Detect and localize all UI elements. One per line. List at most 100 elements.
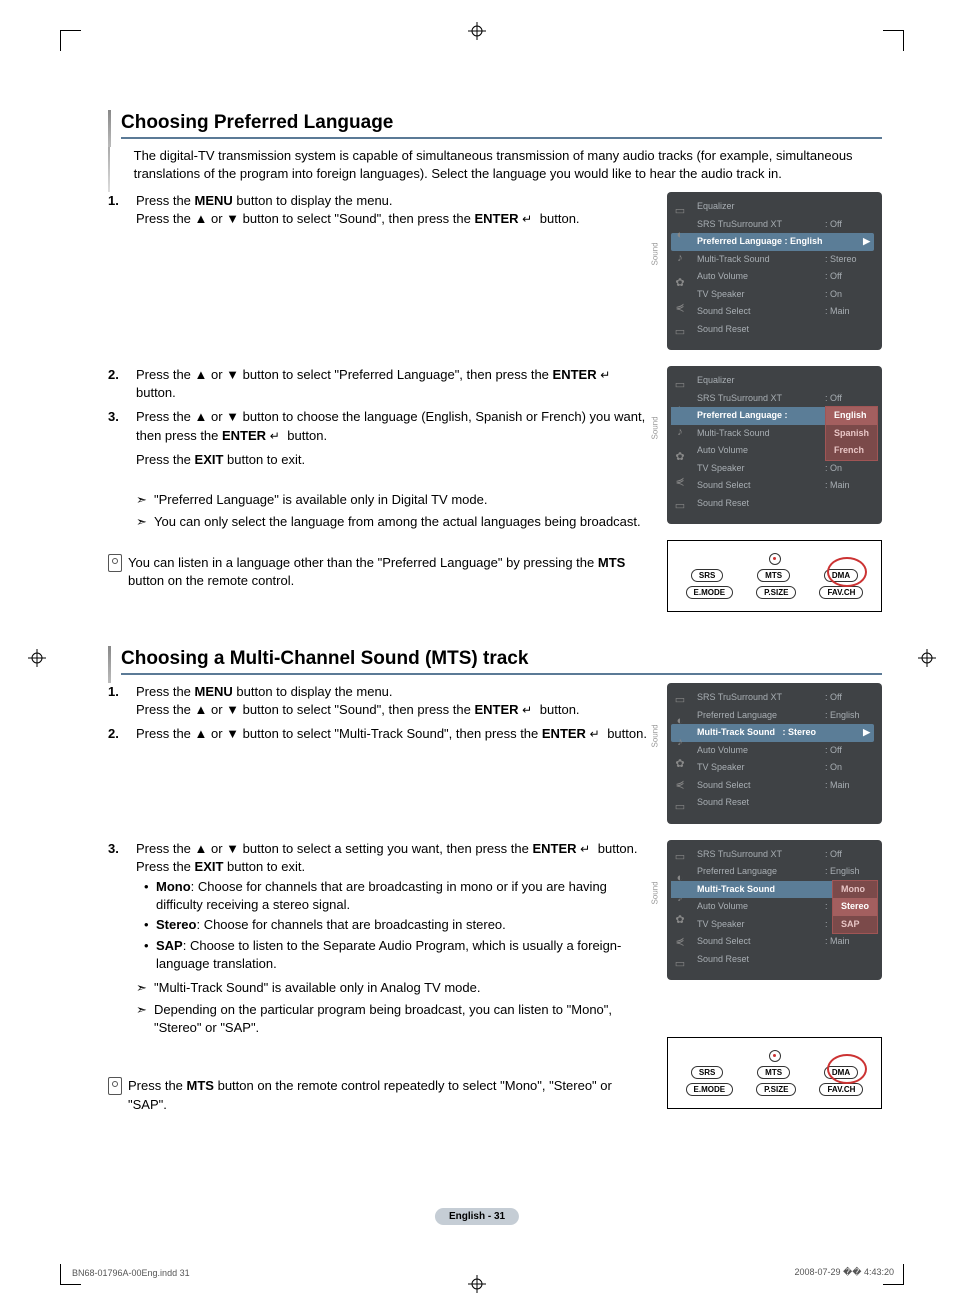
enter-icon xyxy=(270,427,284,437)
tv-row-label: SRS TruSurround XT xyxy=(697,848,782,862)
bullet-label: SAP xyxy=(156,938,183,953)
step-text: Press the ▲ or ▼ button to select "Prefe… xyxy=(136,367,553,382)
step-text: Press the ▲ or ▼ button to select "Sound… xyxy=(136,211,474,226)
section-title-mts: Choosing a Multi-Channel Sound (MTS) tra… xyxy=(121,646,882,675)
remote-icon xyxy=(108,1077,122,1095)
tv-side-label: Sound xyxy=(651,242,660,265)
step-text: button to display the menu. xyxy=(233,193,393,208)
crop-mark xyxy=(883,30,904,51)
dropdown-option: English xyxy=(826,407,877,425)
page: Choosing Preferred Language The digital-… xyxy=(0,0,954,1315)
step-1: 1. Press the MENU button to display the … xyxy=(108,192,652,228)
tv-row-label: Auto Volume xyxy=(697,270,748,284)
remote-button-mts: MTS xyxy=(757,569,790,582)
tv-row-label: Sound Select xyxy=(697,479,751,493)
registration-mark-icon xyxy=(468,1275,486,1293)
note: ➣You can only select the language from a… xyxy=(136,513,652,531)
arrow-right-icon: ▶ xyxy=(863,726,870,740)
remote-button-mts: MTS xyxy=(757,1066,790,1079)
tv-row-label: Auto Volume xyxy=(697,444,748,458)
step-text: button to exit. xyxy=(223,859,305,874)
tv-row-label: Sound Reset xyxy=(697,796,749,810)
step-text: Press the ▲ or ▼ button to choose the la… xyxy=(136,409,645,442)
step-text: button to display the menu. xyxy=(233,684,393,699)
note: ➣"Preferred Language" is available only … xyxy=(136,491,652,509)
step-text: button. xyxy=(604,726,647,741)
step-text: Press the ▲ or ▼ button to select "Multi… xyxy=(136,726,542,741)
remote-button-srs: SRS xyxy=(691,569,723,582)
bullet-label: Mono xyxy=(156,879,191,894)
note: ➣Depending on the particular program bei… xyxy=(136,1001,652,1037)
remote-button-favch: FAV.CH xyxy=(819,586,863,599)
tv-row-label: Auto Volume xyxy=(697,744,748,758)
dropdown-option: Mono xyxy=(833,881,877,899)
bullet-text: : Choose for channels that are broadcast… xyxy=(196,917,505,932)
tv-row-label: SRS TruSurround XT xyxy=(697,218,782,232)
tv-row-label: Preferred Language : English xyxy=(697,235,823,249)
arrow-right-icon: ▶ xyxy=(863,235,870,249)
tv-row-label: Sound Reset xyxy=(697,953,749,967)
step-text: button. xyxy=(136,385,176,400)
remote-buttons-diagram: SRS MTS DMA E.MODE P.SIZE FAV.CH xyxy=(667,540,882,612)
registration-mark-icon xyxy=(468,22,486,40)
footer-file: BN68-01796A-00Eng.indd 31 xyxy=(72,1268,190,1278)
menu-label: MENU xyxy=(195,193,233,208)
bullet-text: : Choose for channels that are broadcast… xyxy=(156,879,607,912)
tv-row-label: TV Speaker xyxy=(697,462,745,476)
tv-row-label: Multi-Track Sound xyxy=(697,883,775,897)
page-number: English - 31 xyxy=(435,1208,519,1225)
mts-label: MTS xyxy=(187,1078,214,1093)
remote-icon xyxy=(108,554,122,572)
enter-label: ENTER xyxy=(553,367,597,382)
tv-row-label: Sound Select xyxy=(697,935,751,949)
enter-label: ENTER xyxy=(532,841,576,856)
note-text: "Preferred Language" is available only i… xyxy=(154,491,487,509)
step-text: Press the ▲ or ▼ button to select a sett… xyxy=(136,841,532,856)
dropdown-option: Spanish xyxy=(826,425,877,443)
tv-side-label: Sound xyxy=(651,881,660,904)
enter-label: ENTER xyxy=(542,726,586,741)
section-title-preferred-language: Choosing Preferred Language xyxy=(121,110,882,139)
step-2: 2. Press the ▲ or ▼ button to select "Mu… xyxy=(108,725,652,743)
tv-icon-column: ▭◐♪✿⋞▭ xyxy=(671,689,689,818)
remote-note: Press the MTS button on the remote contr… xyxy=(108,1077,652,1113)
tv-row-label: Multi-Track Sound xyxy=(697,427,770,441)
tv-icon-column: ▭◐♪✿⋞▭ xyxy=(671,846,689,975)
tv-row-label: Preferred Language : xyxy=(697,409,788,423)
mts-dropdown: Mono Stereo SAP xyxy=(832,880,878,935)
remote-button-favch: FAV.CH xyxy=(819,1083,863,1096)
step-text: Press the xyxy=(136,193,195,208)
note-text: Depending on the particular program bein… xyxy=(154,1001,652,1037)
tv-row-label: TV Speaker xyxy=(697,288,745,302)
remote-button-srs: SRS xyxy=(691,1066,723,1079)
remote-note: You can listen in a language other than … xyxy=(108,554,652,590)
tv-row-label: Multi-Track Sound xyxy=(697,253,770,267)
tv-row-label: Sound Select xyxy=(697,779,751,793)
step-text: Press the xyxy=(136,684,195,699)
enter-icon xyxy=(580,840,594,850)
enter-label: ENTER xyxy=(474,702,518,717)
step-text: Press the xyxy=(136,452,195,467)
bullet-label: Stereo xyxy=(156,917,196,932)
tv-icon-column: ▭◐♪✿⋞▭ xyxy=(671,372,689,518)
tv-row-label: Sound Reset xyxy=(697,323,749,337)
tv-row-label: Preferred Language xyxy=(697,865,777,879)
bullet-text: : Choose to listen to the Separate Audio… xyxy=(156,938,621,971)
remote-buttons-diagram: SRS MTS DMA E.MODE P.SIZE FAV.CH xyxy=(667,1037,882,1109)
tv-row-label: TV Speaker xyxy=(697,761,745,775)
step-text: button to exit. xyxy=(223,452,305,467)
step-text: button. xyxy=(536,702,579,717)
exit-label: EXIT xyxy=(195,859,224,874)
enter-icon xyxy=(600,366,614,376)
note-text: You can listen in a language other than … xyxy=(128,555,598,570)
tv-row-label: TV Speaker xyxy=(697,918,745,932)
tv-row-label: Multi-Track Sound xyxy=(697,727,775,737)
tv-row-label: SRS TruSurround XT xyxy=(697,392,782,406)
dropdown-option: SAP xyxy=(833,916,877,934)
exit-label: EXIT xyxy=(195,452,224,467)
step-text: button. xyxy=(536,211,579,226)
step-text: Press the ▲ or ▼ button to select "Sound… xyxy=(136,702,474,717)
registration-mark-icon xyxy=(918,649,936,667)
mts-label: MTS xyxy=(598,555,625,570)
tv-row-label: Equalizer xyxy=(697,374,735,388)
